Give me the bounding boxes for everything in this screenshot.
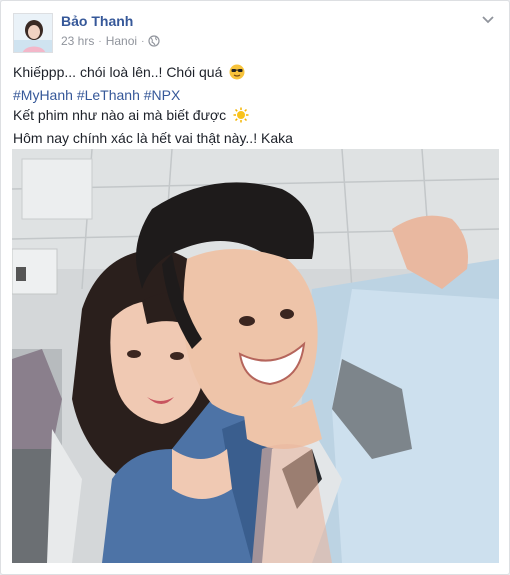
post-line-1-text: Khiếppp... chói loà lên..! Chói quá: [13, 64, 223, 80]
chevron-down-icon[interactable]: [479, 11, 497, 29]
avatar-image: [14, 14, 52, 52]
post-location[interactable]: Hanoi: [106, 34, 137, 48]
post-header: Bảo Thanh 23 hrs · Hanoi ·: [13, 11, 497, 55]
sun-icon: [233, 107, 249, 128]
selfie-image: [12, 149, 499, 563]
post-text: Khiếppp... chói loà lên..! Chói quá #MyH…: [13, 62, 497, 148]
meta-separator: ·: [98, 35, 102, 47]
post-line-3: Kết phim như nào ai mà biết được: [13, 105, 497, 128]
globe-icon[interactable]: [148, 35, 161, 47]
hashtag-link[interactable]: #MyHanh: [13, 87, 73, 103]
post-line-1: Khiếppp... chói loà lên..! Chói quá: [13, 62, 497, 85]
post-time[interactable]: 23 hrs: [61, 34, 94, 48]
post-meta: 23 hrs · Hanoi ·: [61, 34, 161, 48]
author-name[interactable]: Bảo Thanh: [61, 13, 133, 29]
sunglasses-face-icon: [229, 64, 245, 85]
post-line-3-text: Kết phim như nào ai mà biết được: [13, 107, 227, 123]
post-photo[interactable]: [12, 149, 499, 563]
meta-separator-2: ·: [141, 35, 145, 47]
author-avatar[interactable]: [13, 13, 53, 53]
hashtag-link[interactable]: #NPX: [144, 87, 181, 103]
post-card: Bảo Thanh 23 hrs · Hanoi · Khiếppp... ch…: [0, 0, 510, 575]
post-line-4: Hôm nay chính xác là hết vai thật này..!…: [13, 130, 293, 146]
hashtag-line: #MyHanh #LeThanh #NPX: [13, 85, 497, 105]
hashtag-link[interactable]: #LeThanh: [77, 87, 140, 103]
